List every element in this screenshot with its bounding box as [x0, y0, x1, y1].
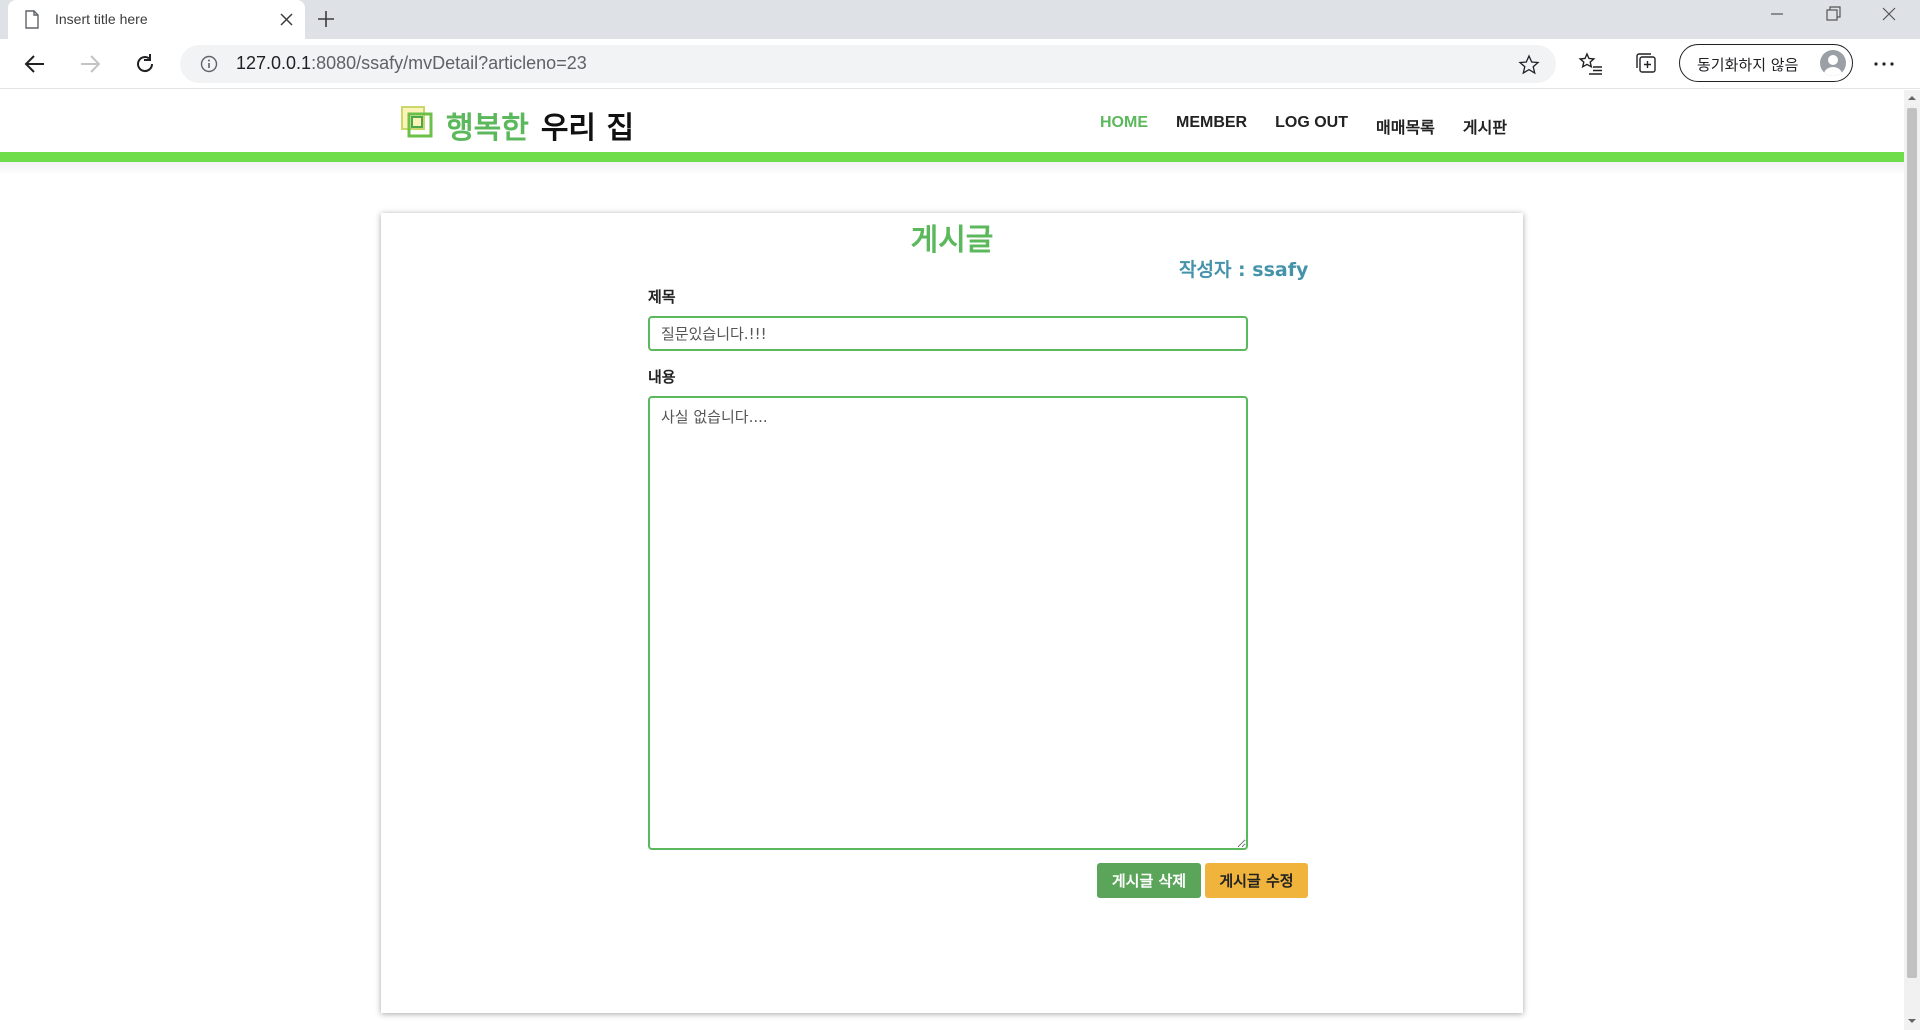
more-options-icon[interactable]: [1871, 55, 1897, 73]
author-label: 작성자 : ssafy: [1179, 259, 1309, 281]
article-card: 게시글 작성자 : ssafy 제목 내용 사실 없습니다.... 게시글 삭제…: [381, 213, 1523, 1013]
back-arrow-icon[interactable]: [22, 51, 48, 77]
favorite-star-icon[interactable]: [1518, 54, 1540, 76]
content-textarea[interactable]: 사실 없습니다....: [648, 396, 1248, 850]
scroll-down-icon[interactable]: [1907, 1016, 1917, 1026]
scroll-up-icon[interactable]: [1907, 93, 1917, 103]
logo-text-black: 우리 집: [540, 111, 635, 146]
site-logo[interactable]: 행복한 우리 집: [446, 103, 634, 147]
article-heading: 게시글: [910, 223, 994, 258]
sync-status-label: 동기화하지 않음: [1697, 56, 1799, 74]
edit-article-button[interactable]: 게시글 수정: [1205, 863, 1308, 898]
scrollbar-thumb[interactable]: [1907, 108, 1917, 978]
profile-avatar-icon: [1820, 50, 1846, 76]
new-tab-icon[interactable]: [316, 9, 336, 29]
site-nav: HOME MEMBER LOG OUT 매매목록 게시판: [1100, 114, 1535, 138]
refresh-icon[interactable]: [132, 51, 158, 77]
logo-icon[interactable]: [400, 105, 433, 138]
minimize-icon[interactable]: [1766, 3, 1788, 25]
profile-sync-button[interactable]: 동기화하지 않음: [1679, 44, 1853, 82]
page-viewport: 행복한 우리 집 HOME MEMBER LOG OUT 매매목록 게시판 게시글…: [0, 90, 1904, 1030]
title-input[interactable]: [648, 316, 1248, 351]
tab-title: Insert title here: [55, 11, 148, 27]
nav-home[interactable]: HOME: [1100, 114, 1148, 138]
collections-icon[interactable]: [1634, 51, 1660, 77]
nav-board[interactable]: 게시판: [1463, 114, 1507, 138]
url-text: 127.0.0.1:8080/ssafy/mvDetail?articleno=…: [236, 53, 587, 74]
page-icon: [25, 10, 39, 29]
content-label: 내용: [648, 368, 676, 386]
nav-member[interactable]: MEMBER: [1176, 114, 1247, 138]
close-tab-icon[interactable]: [279, 12, 294, 27]
address-bar[interactable]: 127.0.0.1:8080/ssafy/mvDetail?articleno=…: [180, 45, 1556, 83]
nav-listings[interactable]: 매매목록: [1376, 114, 1435, 138]
url-host: 127.0.0.1: [236, 53, 312, 73]
site-header: 행복한 우리 집 HOME MEMBER LOG OUT 매매목록 게시판: [0, 90, 1904, 152]
header-accent-bar: [0, 152, 1904, 162]
close-window-icon[interactable]: [1878, 3, 1900, 25]
site-info-icon[interactable]: [200, 55, 218, 73]
restore-icon[interactable]: [1822, 3, 1844, 25]
header-shadow: [0, 162, 1904, 176]
browser-tab[interactable]: Insert title here: [8, 0, 305, 39]
forward-arrow-icon[interactable]: [77, 51, 103, 77]
url-path: :8080/ssafy/mvDetail?articleno=23: [311, 53, 587, 73]
vertical-scrollbar[interactable]: [1904, 90, 1920, 1030]
browser-tab-bar: Insert title here: [0, 0, 1920, 39]
nav-logout[interactable]: LOG OUT: [1275, 114, 1348, 138]
delete-article-button[interactable]: 게시글 삭제: [1097, 863, 1201, 898]
browser-toolbar: 127.0.0.1:8080/ssafy/mvDetail?articleno=…: [0, 39, 1920, 89]
logo-text-green: 행복한: [446, 111, 529, 146]
title-label: 제목: [648, 288, 676, 306]
favorites-list-icon[interactable]: [1578, 51, 1604, 77]
